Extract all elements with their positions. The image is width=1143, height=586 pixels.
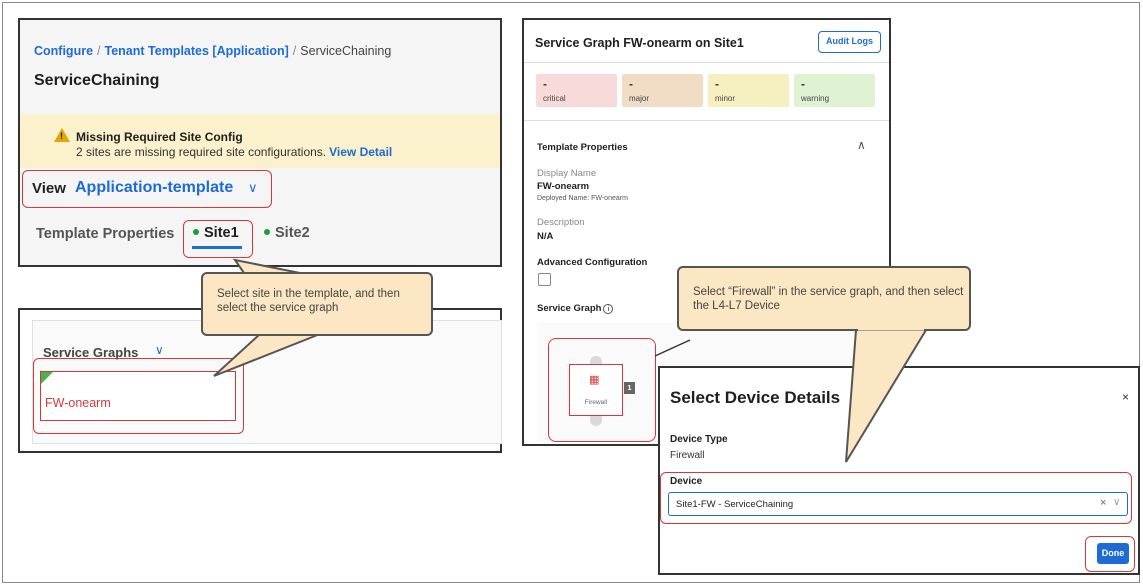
callout-pointer-firewall-cover: [858, 327, 924, 331]
